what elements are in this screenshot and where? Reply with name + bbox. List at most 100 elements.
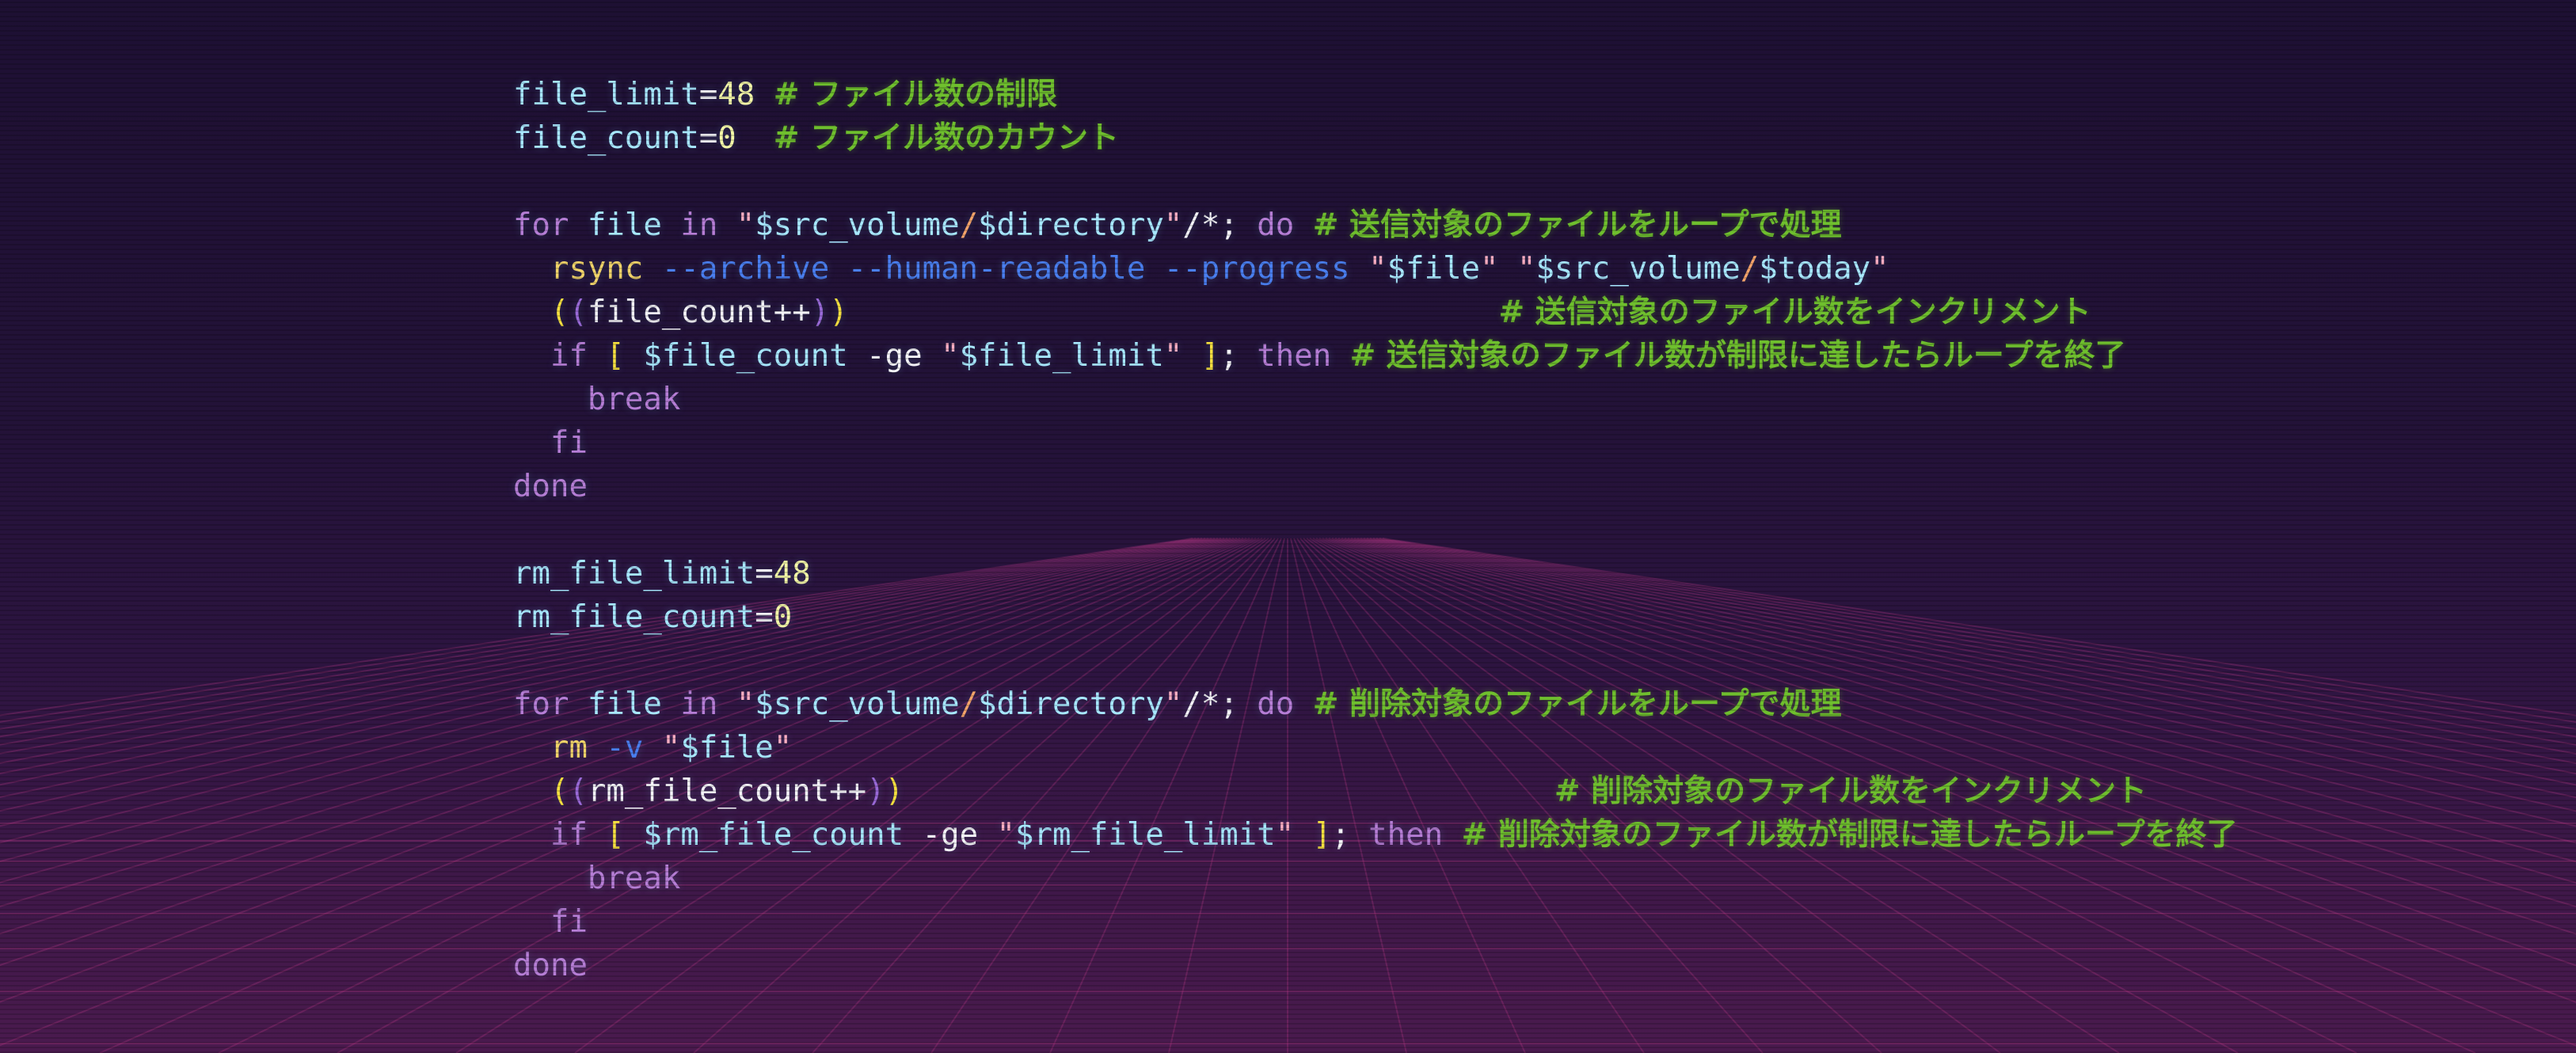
code-line: file_count=0 # ファイル数のカウント xyxy=(513,116,2238,160)
code-keyword: break xyxy=(587,382,681,417)
code-quote: " xyxy=(1517,251,1536,287)
code-flag: --progress xyxy=(1163,251,1350,287)
code-path-separator: / xyxy=(959,686,979,722)
code-line: for file in "$src_volume/$directory"/*; … xyxy=(513,682,2238,726)
code-line: break xyxy=(513,378,2238,421)
code-bracket-inner: ) xyxy=(866,774,885,809)
code-flag: -v xyxy=(606,730,644,766)
code-operator: = xyxy=(698,120,718,156)
code-variable: $today xyxy=(1759,251,1871,287)
code-number: 0 xyxy=(717,120,736,156)
code-keyword: for xyxy=(513,207,569,243)
code-variable: $file xyxy=(1387,251,1481,287)
code-bracket: ( xyxy=(550,295,569,330)
code-line: done xyxy=(513,465,2238,508)
code-bracket-inner: ( xyxy=(569,774,588,809)
code-bracket: [ xyxy=(606,817,625,853)
code-keyword: done xyxy=(513,948,588,983)
code-block: file_limit=48 # ファイル数の制限 file_count=0 # フ… xyxy=(513,73,2238,987)
code-keyword: do xyxy=(1257,207,1295,243)
code-operator: = xyxy=(755,599,774,635)
code-text: ; xyxy=(1331,817,1369,853)
code-command: rsync xyxy=(550,251,644,287)
code-variable: file xyxy=(569,207,681,243)
code-quote: " xyxy=(661,730,681,766)
code-keyword: in xyxy=(680,686,718,722)
code-variable: rm_file_limit xyxy=(513,556,755,591)
code-line: done xyxy=(513,944,2238,987)
code-variable: file_limit xyxy=(513,77,699,112)
code-bracket: ) xyxy=(885,774,904,809)
code-keyword: then xyxy=(1257,338,1332,374)
code-bracket: [ xyxy=(606,338,625,374)
code-bracket: ] xyxy=(1200,338,1220,374)
code-text: -ge xyxy=(904,817,997,853)
code-quote: " xyxy=(941,338,960,374)
code-quote: " xyxy=(1870,251,1889,287)
code-quote: " xyxy=(1368,251,1387,287)
code-quote: " xyxy=(996,817,1016,853)
code-quote: " xyxy=(1275,817,1295,853)
code-quote: " xyxy=(1163,686,1183,722)
code-quote: " xyxy=(773,730,793,766)
code-quote: " xyxy=(736,207,755,243)
code-keyword: if xyxy=(550,338,588,374)
code-text: ; xyxy=(1220,338,1258,374)
code-text: /*; xyxy=(1182,207,1258,243)
code-keyword: break xyxy=(587,861,681,896)
code-command: rm xyxy=(550,730,588,766)
code-comment: # 削除対象のファイル数が制限に達したらループを終了 xyxy=(1461,817,2238,853)
code-keyword: in xyxy=(680,207,718,243)
code-keyword: fi xyxy=(550,425,588,461)
code-comment: # 削除対象のファイル数をインクリメント xyxy=(1554,774,2148,809)
code-comment: # ファイル数のカウント xyxy=(773,120,1120,156)
code-quote: " xyxy=(1163,338,1183,374)
code-keyword: done xyxy=(513,469,588,504)
code-text: -ge xyxy=(847,338,942,374)
code-variable: $rm_file_count xyxy=(643,817,904,853)
code-line: file_limit=48 # ファイル数の制限 xyxy=(513,73,2238,116)
code-variable: $src_volume xyxy=(755,207,960,243)
code-keyword: for xyxy=(513,686,569,722)
code-line: ((file_count++)) # 送信対象のファイル数をインクリメント xyxy=(513,291,2238,334)
code-line: break xyxy=(513,857,2238,900)
code-line: fi xyxy=(513,421,2238,465)
code-keyword: then xyxy=(1368,817,1444,853)
code-variable: $file_count xyxy=(643,338,848,374)
code-quote: " xyxy=(1480,251,1499,287)
code-text: rm_file_count++ xyxy=(587,774,867,809)
code-variable: $src_volume xyxy=(1535,251,1741,287)
code-flag: --human-readable xyxy=(847,251,1146,287)
code-text: /*; xyxy=(1182,686,1258,722)
code-number: 48 xyxy=(717,77,755,112)
code-operator: = xyxy=(698,77,718,112)
code-line: if [ $rm_file_count -ge "$rm_file_limit"… xyxy=(513,813,2238,857)
code-variable: file_count xyxy=(513,120,699,156)
code-bracket: ) xyxy=(829,295,848,330)
